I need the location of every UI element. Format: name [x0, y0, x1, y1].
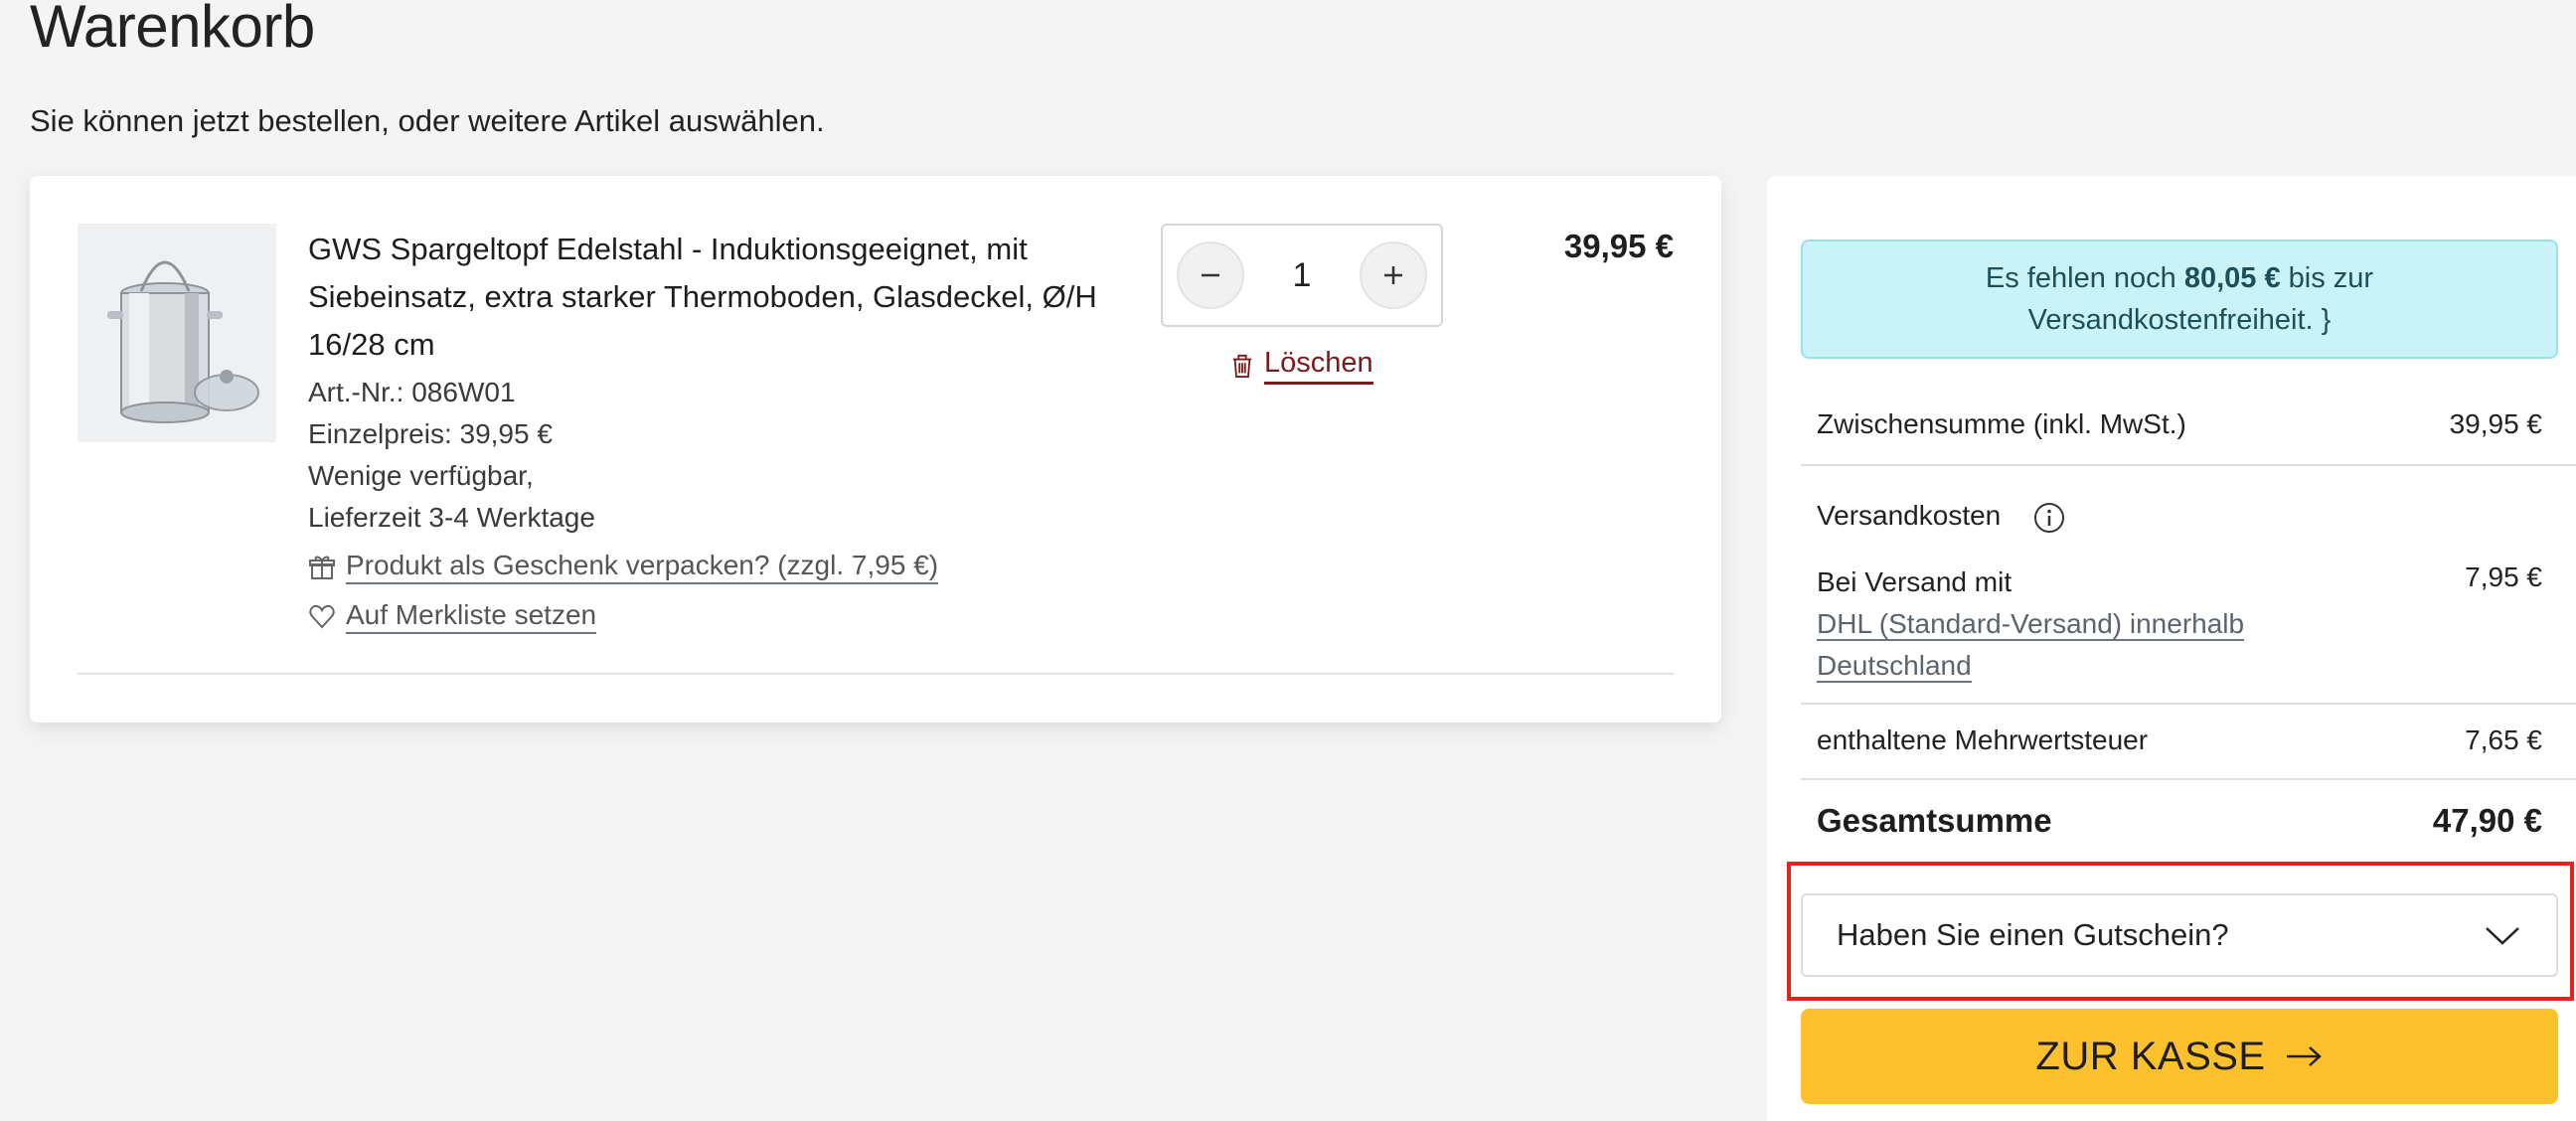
- total-row: Gesamtsumme 47,90 €: [1817, 802, 2542, 840]
- notice-prefix: Es fehlen noch: [1985, 262, 2184, 294]
- delete-item-label: Löschen: [1264, 347, 1373, 385]
- unit-price: Einzelpreis: 39,95 €: [308, 418, 553, 449]
- arrow-right-icon: [2286, 1046, 2322, 1066]
- vat-value: 7,65 €: [2465, 724, 2542, 755]
- item-price: 39,95 €: [1563, 228, 1674, 264]
- chevron-down-icon: [2486, 927, 2519, 945]
- gift-wrap-link[interactable]: Produkt als Geschenk verpacken? (zzgl. 7…: [308, 550, 939, 584]
- product-image-graphic: [107, 260, 259, 423]
- delivery-time: Lieferzeit 3-4 Werktage: [308, 502, 595, 533]
- shipping-method-link-2[interactable]: Deutschland: [1817, 650, 1972, 683]
- quantity-stepper: 1: [1161, 224, 1443, 327]
- free-shipping-notice: Es fehlen noch 80,05 € bis zur Versandko…: [1801, 240, 2558, 359]
- summary-divider: [1801, 703, 2576, 705]
- minus-icon: [1202, 273, 1219, 277]
- page-title: Warenkorb: [30, 0, 315, 60]
- article-number: Art.-Nr.: 086W01: [308, 377, 516, 407]
- info-icon[interactable]: [2032, 501, 2066, 535]
- gift-wrap-label[interactable]: Produkt als Geschenk verpacken? (zzgl. 7…: [346, 550, 939, 584]
- subtotal-label: Zwischensumme (inkl. MwSt.): [1817, 408, 2186, 439]
- shipping-label: Versandkosten: [1817, 500, 2002, 531]
- availability: Wenige verfügbar,: [308, 460, 534, 491]
- quantity-decrease-button[interactable]: [1177, 241, 1244, 309]
- checkout-label: ZUR KASSE: [2035, 1034, 2266, 1078]
- vat-label: enthaltene Mehrwertsteuer: [1817, 724, 2149, 755]
- shipping-value: 7,95 €: [2465, 561, 2542, 592]
- voucher-toggle[interactable]: Haben Sie einen Gutschein?: [1801, 893, 2558, 977]
- product-name[interactable]: GWS Spargeltopf Edelstahl - Induktionsge…: [308, 226, 1123, 369]
- quantity-value[interactable]: 1: [1293, 256, 1312, 295]
- cart-item-card: GWS Spargeltopf Edelstahl - Induktionsge…: [30, 176, 1721, 722]
- subtotal-row: Zwischensumme (inkl. MwSt.) 39,95 €: [1817, 408, 2542, 440]
- notice-suffix: bis zur: [2280, 262, 2374, 294]
- subtotal-value: 39,95 €: [2449, 408, 2542, 439]
- total-value: 47,90 €: [2432, 802, 2542, 839]
- total-label: Gesamtsumme: [1817, 802, 2052, 839]
- vat-row: enthaltene Mehrwertsteuer 7,65 €: [1817, 724, 2542, 756]
- page-subtitle: Sie können jetzt bestellen, oder weitere…: [30, 103, 825, 138]
- shipping-header-row: Versandkosten: [1817, 500, 2542, 535]
- notice-line-2: Versandkostenfreiheit.: [2027, 304, 2314, 336]
- heart-icon: [308, 603, 336, 631]
- shipping-method-row: Bei Versand mit DHL (Standard-Versand) i…: [1817, 561, 2542, 687]
- card-divider: [78, 673, 1674, 675]
- gift-icon: [308, 554, 336, 581]
- summary-divider: [1801, 778, 2576, 780]
- shipping-method-prefix: Bei Versand mit: [1817, 566, 2012, 597]
- summary-divider: [1801, 464, 2576, 466]
- wishlist-link[interactable]: Auf Merkliste setzen: [308, 599, 597, 634]
- wishlist-label[interactable]: Auf Merkliste setzen: [346, 599, 597, 634]
- product-image[interactable]: [78, 224, 276, 442]
- shipping-method-link[interactable]: DHL (Standard-Versand) innerhalb: [1817, 608, 2245, 641]
- trash-icon: [1232, 354, 1252, 378]
- delete-item-button[interactable]: Löschen: [1230, 347, 1373, 385]
- checkout-button[interactable]: ZUR KASSE: [1801, 1009, 2558, 1104]
- plus-icon: [1383, 266, 1402, 284]
- notice-amount: 80,05 €: [2183, 262, 2281, 294]
- voucher-label: Haben Sie einen Gutschein?: [1837, 917, 2229, 952]
- quantity-increase-button[interactable]: [1359, 241, 1427, 309]
- order-summary: Es fehlen noch 80,05 € bis zur Versandko…: [1767, 176, 2576, 1121]
